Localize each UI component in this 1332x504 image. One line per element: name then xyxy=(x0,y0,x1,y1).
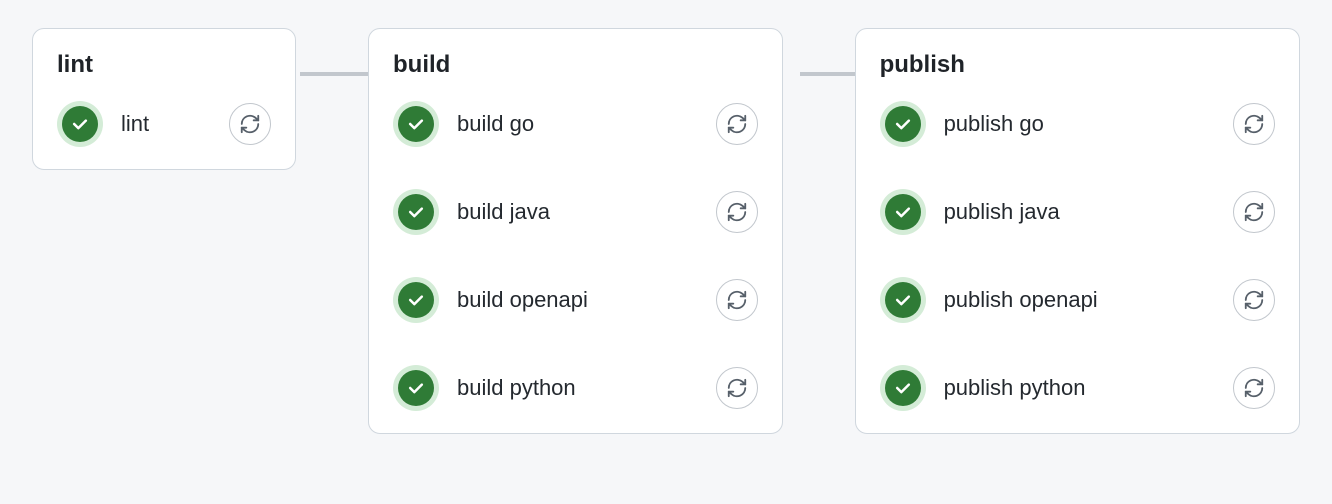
rerun-button[interactable] xyxy=(716,103,758,145)
success-icon xyxy=(880,189,926,235)
rerun-button[interactable] xyxy=(716,191,758,233)
stage-title: build xyxy=(393,51,758,79)
job-label: publish go xyxy=(944,111,1185,137)
job-label: publish python xyxy=(944,375,1185,401)
job-row[interactable]: publish java xyxy=(880,189,1275,235)
job-label: build java xyxy=(457,199,668,225)
job-row[interactable]: publish go xyxy=(880,101,1275,147)
success-icon xyxy=(393,277,439,323)
pipeline: lint lint build build go bu xyxy=(32,28,1300,434)
stage-publish: publish publish go publish java publish … xyxy=(855,28,1300,434)
jobs-list: publish go publish java publish openapi … xyxy=(880,101,1275,411)
success-icon xyxy=(393,189,439,235)
rerun-button[interactable] xyxy=(1233,191,1275,233)
success-icon xyxy=(57,101,103,147)
job-row[interactable]: build go xyxy=(393,101,758,147)
job-label: build openapi xyxy=(457,287,668,313)
job-row[interactable]: publish openapi xyxy=(880,277,1275,323)
jobs-list: build go build java build openapi build … xyxy=(393,101,758,411)
success-icon xyxy=(880,277,926,323)
jobs-list: lint xyxy=(57,101,271,147)
job-row[interactable]: lint xyxy=(57,101,271,147)
job-label: build python xyxy=(457,375,668,401)
rerun-button[interactable] xyxy=(1233,367,1275,409)
rerun-button[interactable] xyxy=(716,367,758,409)
success-icon xyxy=(393,101,439,147)
stage-title: lint xyxy=(57,51,271,79)
rerun-button[interactable] xyxy=(229,103,271,145)
job-row[interactable]: build python xyxy=(393,365,758,411)
job-row[interactable]: build java xyxy=(393,189,758,235)
job-row[interactable]: publish python xyxy=(880,365,1275,411)
stage-lint: lint lint xyxy=(32,28,296,170)
stage-title: publish xyxy=(880,51,1275,79)
stage-build: build build go build java build openapi … xyxy=(368,28,783,434)
job-label: build go xyxy=(457,111,668,137)
success-icon xyxy=(393,365,439,411)
job-label: publish java xyxy=(944,199,1185,225)
job-label: lint xyxy=(121,111,181,137)
rerun-button[interactable] xyxy=(1233,103,1275,145)
rerun-button[interactable] xyxy=(716,279,758,321)
rerun-button[interactable] xyxy=(1233,279,1275,321)
success-icon xyxy=(880,365,926,411)
job-row[interactable]: build openapi xyxy=(393,277,758,323)
job-label: publish openapi xyxy=(944,287,1185,313)
success-icon xyxy=(880,101,926,147)
